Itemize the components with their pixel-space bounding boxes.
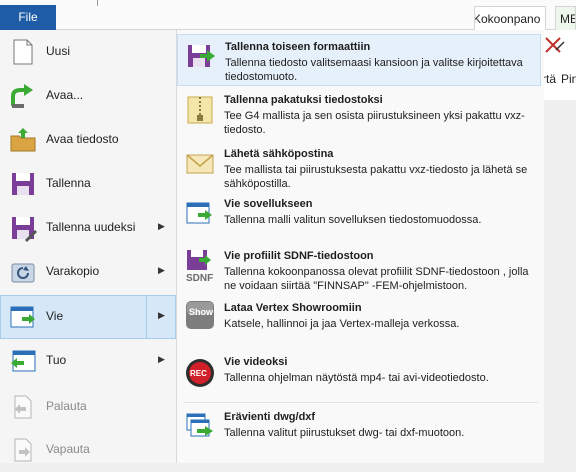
menu-item-avaa-tiedosto[interactable]: Avaa tiedosto [0,118,176,162]
menu-item-label: Tallenna uudeksi [46,220,136,234]
menu-item-palauta: Palauta [0,385,176,429]
menu-item-label: Tallenna [46,176,91,190]
release-icon [9,436,37,464]
menu-item-tuo[interactable]: Tuo ▶ [0,339,176,383]
tab-kokoonpano[interactable]: Kokoonpano [474,6,546,30]
sdnf-icon-text: SDNF [186,273,213,283]
submenu-item-desc: Tallenna kokoonpanossa olevat profiilit … [224,266,529,292]
title-strip: File Kokoonpano ME [0,0,576,30]
menu-item-label: Varakopio [46,264,100,278]
menu-item-label: Vapauta [46,442,90,456]
submenu-item-showroom[interactable]: Show Lataa Vertex Showroomiin Katsele, h… [177,296,541,348]
submenu-item-title: Vie videoksi [224,356,288,368]
submenu-arrow-icon: ▶ [158,221,165,231]
submenu-item-video[interactable]: REC Vie videoksi Tallenna ohjelman näytö… [177,350,541,402]
ribbon-peek-label-2: Pin [561,72,576,86]
menu-item-tallenna[interactable]: Tallenna [0,162,176,206]
new-document-icon [9,38,37,66]
submenu-item-title: Tallenna pakatuksi tiedostoksi [224,94,383,106]
submenu-item-zip[interactable]: Tallenna pakatuksi tiedostoksi Tee G4 ma… [177,88,541,140]
export-app-icon [185,199,215,229]
ribbon-peek-label-1: rtä [542,72,557,86]
submenu-item-title: Lähetä sähköpostina [224,148,334,160]
tab-kokoonpano-label: Kokoonpano [474,12,541,26]
menu-item-uusi[interactable]: Uusi [0,30,176,74]
submenu-arrow-icon: ▶ [158,354,165,364]
menu-item-vie[interactable]: Vie ▶ [0,295,176,339]
submenu-item-desc: Tallenna malli valitun sovelluksen tiedo… [224,214,482,226]
export-icon [9,303,37,331]
submenu-arrow-icon: ▶ [158,310,165,320]
quick-access-separator [97,0,98,6]
submenu-item-desc: Tee G4 mallista ja sen osista piirustuks… [224,110,525,136]
showroom-icon: Show [185,300,215,330]
submenu-item-save-format[interactable]: Tallenna toiseen formaattiin Tallenna ti… [177,34,541,86]
restore-icon [9,393,37,421]
menu-item-tallenna-uudeksi[interactable]: Tallenna uudeksi ▶ [0,206,176,250]
submenu-item-title: Tallenna toiseen formaattiin [225,41,371,53]
submenu-item-email[interactable]: Lähetä sähköpostina Tee mallista tai pii… [177,142,541,194]
tab-me[interactable]: ME [555,6,576,30]
zip-icon [185,95,215,125]
submenu-split [146,296,147,338]
submenu-item-sdnf[interactable]: SDNF Vie profiilit SDNF-tiedostoon Talle… [177,244,541,296]
submenu-item-desc: Tallenna ohjelman näytöstä mp4- tai avi-… [224,372,489,384]
submenu-item-title: Vie profiilit SDNF-tiedostoon [224,250,374,262]
submenu-item-batch-dwg[interactable]: Erävienti dwg/dxf Tallenna valitut piiru… [177,405,541,457]
menu-item-label: Avaa... [46,88,84,102]
save-icon [9,170,37,198]
menu-item-varakopio[interactable]: Varakopio ▶ [0,250,176,294]
import-icon [9,347,37,375]
record-icon-text: REC [190,369,207,378]
batch-export-icon [185,412,215,442]
submenu-item-title: Vie sovellukseen [224,198,313,210]
sdnf-icon: SDNF [185,249,215,283]
menu-item-vapauta: Vapauta [0,428,176,472]
menu-item-label: Uusi [46,44,71,58]
showroom-icon-text: Show [189,307,214,317]
save-as-icon [9,214,37,242]
submenu-item-desc: Tallenna tiedosto valitsemaasi kansioon … [225,57,523,83]
menu-item-avaa[interactable]: Avaa... [0,74,176,118]
submenu-arrow-icon: ▶ [158,265,165,275]
submenu-item-desc: Tallenna valitut piirustukset dwg- tai d… [224,427,465,439]
menu-item-label: Tuo [46,353,67,367]
submenu-item-desc: Tee mallista tai piirustuksesta pakattu … [224,164,528,190]
menu-item-label: Avaa tiedosto [46,132,119,146]
envelope-icon [185,149,215,179]
backup-icon [9,258,37,286]
submenu-item-desc: Katsele, hallinnoi ja jaa Vertex-malleja… [224,318,460,330]
submenu-item-title: Lataa Vertex Showroomiin [224,302,362,314]
submenu-separator [183,402,538,403]
open-arrow-icon [9,82,37,110]
menu-item-label: Vie [46,309,64,323]
save-format-icon [186,42,216,72]
background-edge [544,100,576,463]
open-folder-icon [9,126,37,154]
file-tab[interactable]: File [0,5,56,30]
menu-item-label: Palauta [46,399,87,413]
record-icon: REC [185,358,215,388]
submenu-item-export-app[interactable]: Vie sovellukseen Tallenna malli valitun … [177,192,541,244]
submenu-item-title: Erävienti dwg/dxf [224,411,316,423]
